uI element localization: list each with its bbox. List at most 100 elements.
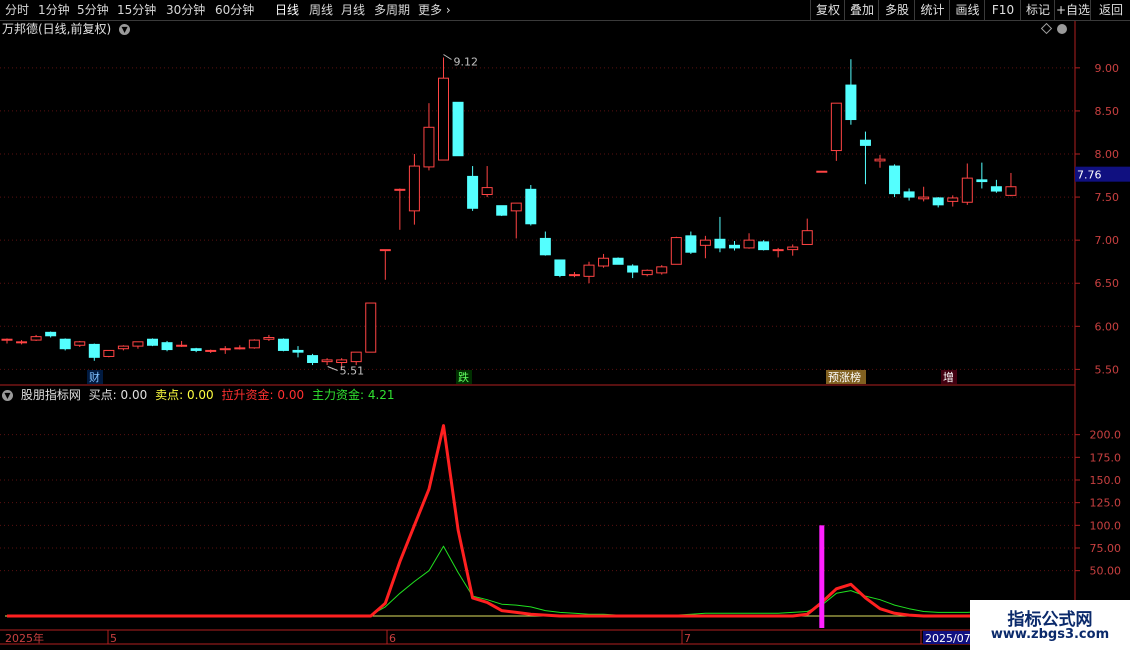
candle-body[interactable] bbox=[903, 191, 915, 198]
candle-body[interactable] bbox=[321, 359, 333, 363]
candle-body[interactable] bbox=[801, 230, 813, 245]
candle-body[interactable] bbox=[379, 249, 391, 252]
event-label: 预涨榜 bbox=[828, 370, 861, 384]
candle-body[interactable] bbox=[758, 241, 770, 251]
ind-tick-label: 125.0 bbox=[1090, 497, 1122, 510]
candle-body[interactable] bbox=[30, 336, 42, 341]
candle-body[interactable] bbox=[88, 343, 100, 358]
price-tick-label: 8.00 bbox=[1095, 148, 1120, 161]
low-price-label: 5.51 bbox=[340, 365, 365, 378]
candle-body[interactable] bbox=[961, 177, 973, 203]
low-marker bbox=[327, 366, 338, 371]
candle-body[interactable] bbox=[307, 355, 319, 363]
candle-body[interactable] bbox=[859, 139, 871, 146]
watermark: 指标公式网 www.zbgs3.com bbox=[970, 600, 1130, 650]
current-price-label: 7.76 bbox=[1077, 169, 1102, 182]
candle-body[interactable] bbox=[612, 257, 624, 265]
candle-body[interactable] bbox=[816, 170, 828, 173]
ind-tick-label: 100.0 bbox=[1090, 519, 1122, 532]
candle-body[interactable] bbox=[132, 341, 144, 347]
candle-body[interactable] bbox=[932, 197, 944, 206]
ind-tick-label: 200.0 bbox=[1090, 429, 1122, 442]
candle-body[interactable] bbox=[16, 341, 28, 344]
candle-body[interactable] bbox=[1, 338, 13, 341]
candle-body[interactable] bbox=[889, 165, 901, 195]
candle-body[interactable] bbox=[205, 349, 217, 352]
event-label: 增 bbox=[943, 370, 954, 384]
candle-body[interactable] bbox=[394, 188, 406, 191]
event-label: 财 bbox=[89, 370, 100, 384]
candle-body[interactable] bbox=[74, 341, 86, 346]
candle-body[interactable] bbox=[598, 257, 610, 267]
ind-tick-label: 150.0 bbox=[1090, 474, 1122, 487]
candle-body[interactable] bbox=[59, 338, 71, 350]
candle-body[interactable] bbox=[423, 126, 435, 168]
candle-body[interactable] bbox=[714, 238, 726, 249]
candle-body[interactable] bbox=[830, 102, 842, 152]
candle-body[interactable] bbox=[350, 351, 362, 363]
candle-body[interactable] bbox=[336, 359, 348, 363]
date-label: 2025/07 bbox=[925, 632, 971, 645]
candle-body[interactable] bbox=[248, 339, 260, 349]
price-tick-label: 6.00 bbox=[1095, 320, 1120, 333]
indicator-header: ▼ 股朋指标网 买点: 0.00 卖点: 0.00 拉升资金: 0.00 主力资… bbox=[2, 387, 399, 403]
high-price-label: 9.12 bbox=[454, 56, 479, 69]
candle-body[interactable] bbox=[874, 158, 886, 162]
candle-body[interactable] bbox=[539, 237, 551, 256]
candle-body[interactable] bbox=[525, 188, 537, 225]
buy-value: 0.00 bbox=[120, 388, 148, 402]
candle-body[interactable] bbox=[685, 235, 697, 253]
candle-body[interactable] bbox=[408, 165, 420, 212]
date-label: 7 bbox=[684, 632, 691, 645]
candle-body[interactable] bbox=[670, 237, 682, 265]
candle-body[interactable] bbox=[292, 349, 304, 353]
date-label: 6 bbox=[389, 632, 396, 645]
candle-body[interactable] bbox=[787, 246, 799, 251]
dropdown-circle-icon[interactable] bbox=[1057, 24, 1067, 34]
candle-body[interactable] bbox=[845, 84, 857, 121]
candle-body[interactable] bbox=[918, 196, 930, 200]
price-tick-label: 6.50 bbox=[1095, 277, 1120, 290]
candle-body[interactable] bbox=[947, 197, 959, 202]
signal-bar bbox=[819, 525, 825, 628]
candle-body[interactable] bbox=[234, 347, 246, 350]
date-label: 5 bbox=[110, 632, 117, 645]
candle-body[interactable] bbox=[656, 266, 668, 274]
candle-body[interactable] bbox=[627, 265, 639, 273]
lift-fund-line bbox=[7, 424, 1026, 618]
candle-body[interactable] bbox=[583, 264, 595, 277]
candle-body[interactable] bbox=[467, 175, 479, 209]
candle-body[interactable] bbox=[45, 331, 57, 337]
price-tick-label: 7.00 bbox=[1095, 234, 1120, 247]
candle-body[interactable] bbox=[772, 249, 784, 252]
candle-body[interactable] bbox=[190, 348, 202, 351]
candle-body[interactable] bbox=[743, 239, 755, 249]
candle-body[interactable] bbox=[176, 344, 188, 347]
candle-body[interactable] bbox=[481, 187, 493, 195]
candle-body[interactable] bbox=[103, 349, 115, 357]
candle-body[interactable] bbox=[976, 179, 988, 183]
candle-body[interactable] bbox=[277, 338, 289, 351]
diamond-icon[interactable] bbox=[1040, 22, 1053, 35]
candle-body[interactable] bbox=[554, 259, 566, 276]
candle-body[interactable] bbox=[510, 202, 522, 212]
candle-body[interactable] bbox=[641, 269, 653, 276]
sell-label: 卖点: bbox=[155, 388, 184, 402]
candle-body[interactable] bbox=[990, 186, 1002, 192]
candle-body[interactable] bbox=[568, 274, 580, 277]
candle-body[interactable] bbox=[263, 337, 275, 340]
candle-body[interactable] bbox=[219, 348, 231, 351]
candle-body[interactable] bbox=[438, 77, 449, 161]
candle-body[interactable] bbox=[699, 239, 711, 246]
candle-body[interactable] bbox=[452, 101, 464, 157]
candle-body[interactable] bbox=[1005, 186, 1017, 196]
candle-body[interactable] bbox=[117, 345, 129, 350]
candle-body[interactable] bbox=[161, 342, 173, 351]
chevron-down-icon[interactable]: ▼ bbox=[2, 390, 13, 401]
candle-body[interactable] bbox=[729, 244, 740, 249]
chart-canvas[interactable]: 9.00 8.50 8.00 7.50 7.00 6.50 6.00 5.50 7.76 9.12… bbox=[0, 0, 1130, 650]
candle-body[interactable] bbox=[365, 302, 377, 353]
candle-body[interactable] bbox=[147, 338, 158, 346]
candle-body[interactable] bbox=[496, 205, 508, 216]
price-tick-label: 9.00 bbox=[1095, 62, 1120, 75]
